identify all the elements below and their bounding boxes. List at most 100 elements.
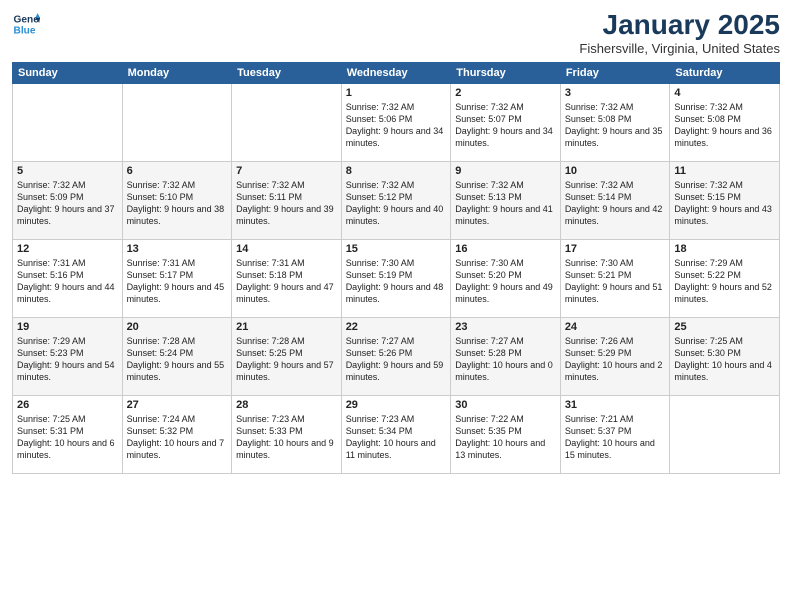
day-info: Sunrise: 7:22 AM Sunset: 5:35 PM Dayligh… xyxy=(455,413,556,462)
day-cell: 13 Sunrise: 7:31 AM Sunset: 5:17 PM Dayli… xyxy=(122,239,232,317)
day-number: 4 xyxy=(674,87,775,99)
day-cell: 7 Sunrise: 7:32 AM Sunset: 5:11 PM Daylig… xyxy=(232,161,342,239)
day-info: Sunrise: 7:32 AM Sunset: 5:15 PM Dayligh… xyxy=(674,179,775,228)
day-number: 5 xyxy=(17,165,118,177)
week-row-5: 26 Sunrise: 7:25 AM Sunset: 5:31 PM Dayli… xyxy=(13,395,780,473)
page-container: General Blue January 2025 Fishersville, … xyxy=(0,0,792,484)
day-info: Sunrise: 7:25 AM Sunset: 5:31 PM Dayligh… xyxy=(17,413,118,462)
week-row-3: 12Sunrise: 7:31 AM Sunset: 5:16 PM Dayli… xyxy=(13,239,780,317)
day-cell: 26 Sunrise: 7:25 AM Sunset: 5:31 PM Dayli… xyxy=(13,395,123,473)
calendar-table: SundayMondayTuesdayWednesdayThursdayFrid… xyxy=(12,62,780,474)
day-cell xyxy=(670,395,780,473)
day-info: Sunrise: 7:30 AM Sunset: 5:19 PM Dayligh… xyxy=(346,257,447,306)
day-info: Sunrise: 7:31 AM Sunset: 5:17 PM Dayligh… xyxy=(127,257,228,306)
weekday-header-row: SundayMondayTuesdayWednesdayThursdayFrid… xyxy=(13,62,780,83)
day-info: Sunrise: 7:32 AM Sunset: 5:11 PM Dayligh… xyxy=(236,179,337,228)
day-number: 19 xyxy=(17,321,118,333)
day-cell: 27Sunrise: 7:24 AM Sunset: 5:32 PM Dayli… xyxy=(122,395,232,473)
day-cell: 9Sunrise: 7:32 AM Sunset: 5:13 PM Daylig… xyxy=(451,161,561,239)
day-info: Sunrise: 7:32 AM Sunset: 5:09 PM Dayligh… xyxy=(17,179,118,228)
day-info: Sunrise: 7:32 AM Sunset: 5:06 PM Dayligh… xyxy=(346,101,447,150)
weekday-header-thursday: Thursday xyxy=(451,62,561,83)
day-number: 7 xyxy=(236,165,337,177)
day-info: Sunrise: 7:28 AM Sunset: 5:24 PM Dayligh… xyxy=(127,335,228,384)
day-cell: 11 Sunrise: 7:32 AM Sunset: 5:15 PM Dayli… xyxy=(670,161,780,239)
week-row-2: 5 Sunrise: 7:32 AM Sunset: 5:09 PM Daylig… xyxy=(13,161,780,239)
weekday-header-wednesday: Wednesday xyxy=(341,62,451,83)
day-info: Sunrise: 7:29 AM Sunset: 5:22 PM Dayligh… xyxy=(674,257,775,306)
day-info: Sunrise: 7:32 AM Sunset: 5:12 PM Dayligh… xyxy=(346,179,447,228)
day-cell: 24Sunrise: 7:26 AM Sunset: 5:29 PM Dayli… xyxy=(560,317,670,395)
day-number: 29 xyxy=(346,399,447,411)
day-number: 14 xyxy=(236,243,337,255)
day-cell: 25 Sunrise: 7:25 AM Sunset: 5:30 PM Dayli… xyxy=(670,317,780,395)
day-info: Sunrise: 7:25 AM Sunset: 5:30 PM Dayligh… xyxy=(674,335,775,384)
day-number: 28 xyxy=(236,399,337,411)
day-cell: 1 Sunrise: 7:32 AM Sunset: 5:06 PM Daylig… xyxy=(341,83,451,161)
day-info: Sunrise: 7:23 AM Sunset: 5:33 PM Dayligh… xyxy=(236,413,337,462)
day-number: 2 xyxy=(455,87,556,99)
day-number: 9 xyxy=(455,165,556,177)
day-info: Sunrise: 7:30 AM Sunset: 5:21 PM Dayligh… xyxy=(565,257,666,306)
day-number: 1 xyxy=(346,87,447,99)
day-cell: 3 Sunrise: 7:32 AM Sunset: 5:08 PM Daylig… xyxy=(560,83,670,161)
day-cell: 16Sunrise: 7:30 AM Sunset: 5:20 PM Dayli… xyxy=(451,239,561,317)
day-number: 30 xyxy=(455,399,556,411)
day-cell: 30 Sunrise: 7:22 AM Sunset: 5:35 PM Dayli… xyxy=(451,395,561,473)
day-cell: 4Sunrise: 7:32 AM Sunset: 5:08 PM Daylig… xyxy=(670,83,780,161)
day-number: 8 xyxy=(346,165,447,177)
day-cell: 22 Sunrise: 7:27 AM Sunset: 5:26 PM Dayli… xyxy=(341,317,451,395)
svg-text:General: General xyxy=(14,14,40,25)
day-cell: 5 Sunrise: 7:32 AM Sunset: 5:09 PM Daylig… xyxy=(13,161,123,239)
day-info: Sunrise: 7:31 AM Sunset: 5:16 PM Dayligh… xyxy=(17,257,118,306)
day-number: 22 xyxy=(346,321,447,333)
day-number: 13 xyxy=(127,243,228,255)
title-block: January 2025 Fishersville, Virginia, Uni… xyxy=(579,10,780,56)
day-number: 11 xyxy=(674,165,775,177)
day-info: Sunrise: 7:32 AM Sunset: 5:07 PM Dayligh… xyxy=(455,101,556,150)
day-info: Sunrise: 7:27 AM Sunset: 5:28 PM Dayligh… xyxy=(455,335,556,384)
logo-icon: General Blue xyxy=(12,10,40,38)
day-cell: 29Sunrise: 7:23 AM Sunset: 5:34 PM Dayli… xyxy=(341,395,451,473)
day-cell: 31Sunrise: 7:21 AM Sunset: 5:37 PM Dayli… xyxy=(560,395,670,473)
day-number: 3 xyxy=(565,87,666,99)
day-cell xyxy=(232,83,342,161)
week-row-4: 19 Sunrise: 7:29 AM Sunset: 5:23 PM Dayli… xyxy=(13,317,780,395)
day-info: Sunrise: 7:31 AM Sunset: 5:18 PM Dayligh… xyxy=(236,257,337,306)
day-cell xyxy=(13,83,123,161)
day-info: Sunrise: 7:29 AM Sunset: 5:23 PM Dayligh… xyxy=(17,335,118,384)
weekday-header-tuesday: Tuesday xyxy=(232,62,342,83)
day-cell: 23Sunrise: 7:27 AM Sunset: 5:28 PM Dayli… xyxy=(451,317,561,395)
location-title: Fishersville, Virginia, United States xyxy=(579,41,780,56)
day-info: Sunrise: 7:21 AM Sunset: 5:37 PM Dayligh… xyxy=(565,413,666,462)
weekday-header-sunday: Sunday xyxy=(13,62,123,83)
day-cell: 21 Sunrise: 7:28 AM Sunset: 5:25 PM Dayli… xyxy=(232,317,342,395)
day-cell: 17Sunrise: 7:30 AM Sunset: 5:21 PM Dayli… xyxy=(560,239,670,317)
day-cell: 10Sunrise: 7:32 AM Sunset: 5:14 PM Dayli… xyxy=(560,161,670,239)
day-cell: 8 Sunrise: 7:32 AM Sunset: 5:12 PM Daylig… xyxy=(341,161,451,239)
day-info: Sunrise: 7:27 AM Sunset: 5:26 PM Dayligh… xyxy=(346,335,447,384)
day-number: 21 xyxy=(236,321,337,333)
day-cell: 28 Sunrise: 7:23 AM Sunset: 5:33 PM Dayli… xyxy=(232,395,342,473)
month-title: January 2025 xyxy=(579,10,780,41)
day-number: 26 xyxy=(17,399,118,411)
logo: General Blue xyxy=(12,10,40,38)
day-number: 15 xyxy=(346,243,447,255)
day-info: Sunrise: 7:28 AM Sunset: 5:25 PM Dayligh… xyxy=(236,335,337,384)
day-cell: 6Sunrise: 7:32 AM Sunset: 5:10 PM Daylig… xyxy=(122,161,232,239)
day-number: 27 xyxy=(127,399,228,411)
weekday-header-friday: Friday xyxy=(560,62,670,83)
weekday-header-monday: Monday xyxy=(122,62,232,83)
day-number: 18 xyxy=(674,243,775,255)
day-number: 20 xyxy=(127,321,228,333)
day-cell: 15 Sunrise: 7:30 AM Sunset: 5:19 PM Dayli… xyxy=(341,239,451,317)
day-cell: 14 Sunrise: 7:31 AM Sunset: 5:18 PM Dayli… xyxy=(232,239,342,317)
day-number: 25 xyxy=(674,321,775,333)
svg-text:Blue: Blue xyxy=(14,25,36,36)
day-cell: 20 Sunrise: 7:28 AM Sunset: 5:24 PM Dayli… xyxy=(122,317,232,395)
day-info: Sunrise: 7:32 AM Sunset: 5:14 PM Dayligh… xyxy=(565,179,666,228)
weekday-header-saturday: Saturday xyxy=(670,62,780,83)
day-cell xyxy=(122,83,232,161)
week-row-1: 1 Sunrise: 7:32 AM Sunset: 5:06 PM Daylig… xyxy=(13,83,780,161)
day-info: Sunrise: 7:32 AM Sunset: 5:08 PM Dayligh… xyxy=(565,101,666,150)
